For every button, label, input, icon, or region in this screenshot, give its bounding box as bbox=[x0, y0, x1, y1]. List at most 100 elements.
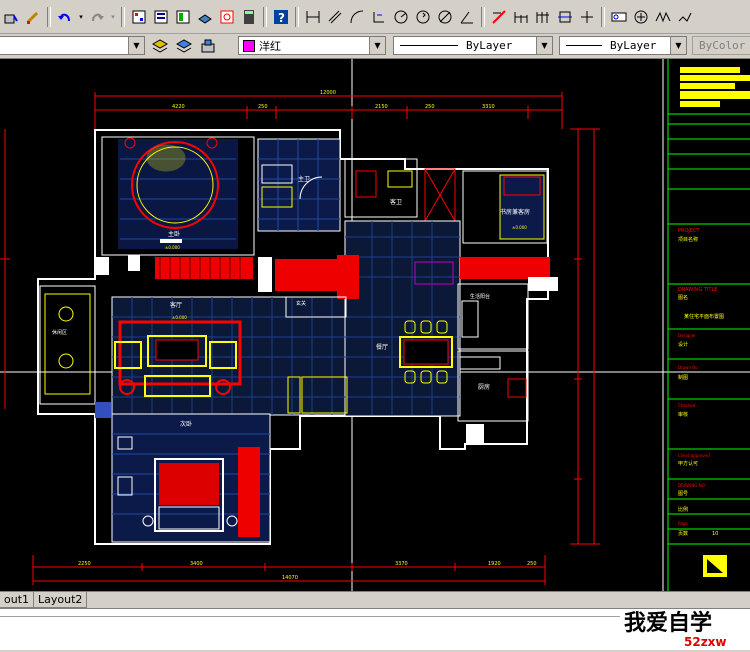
jogged-linear-icon[interactable] bbox=[675, 7, 695, 27]
chevron-down-icon[interactable]: ▼ bbox=[670, 37, 686, 54]
column bbox=[258, 257, 272, 292]
lineweight-control[interactable]: ByLayer ▼ bbox=[559, 36, 687, 55]
svg-text:?: ? bbox=[278, 11, 285, 25]
diameter-dimension-icon[interactable] bbox=[435, 7, 455, 27]
room-label: 书房兼客房 bbox=[500, 208, 530, 216]
quick-dimension-icon[interactable] bbox=[489, 7, 509, 27]
layer-combo[interactable]: ▼ bbox=[0, 36, 145, 55]
linear-dimension-icon[interactable] bbox=[303, 7, 323, 27]
dim-text: 12000 bbox=[320, 90, 336, 96]
center-mark-icon[interactable] bbox=[631, 7, 651, 27]
title-block-text: Page bbox=[678, 521, 688, 526]
title-block-text: 图号 bbox=[678, 491, 688, 497]
continue-dimension-icon[interactable] bbox=[533, 7, 553, 27]
title-block-text: PROJECT bbox=[678, 228, 701, 234]
title-block-text: 审核 bbox=[678, 411, 688, 418]
leisure-area: 休闲区 bbox=[39, 285, 96, 405]
second-bedroom: 次卧 bbox=[111, 413, 271, 543]
toolbar-separator bbox=[295, 6, 299, 27]
dimension-space-icon[interactable] bbox=[555, 7, 575, 27]
room-label: 生活阳台 bbox=[470, 293, 490, 300]
title-block-text: DRAWING NO bbox=[678, 483, 705, 488]
title-block-text: 10 bbox=[712, 531, 718, 537]
aligned-dimension-icon[interactable] bbox=[325, 7, 345, 27]
tab-label: out1 bbox=[4, 593, 30, 606]
redo-icon[interactable] bbox=[87, 7, 107, 27]
dim-text: 4220 bbox=[172, 104, 185, 110]
layer-states-icon[interactable] bbox=[174, 36, 194, 56]
title-block-text: Drawn By bbox=[678, 365, 698, 370]
baseline-dimension-icon[interactable] bbox=[511, 7, 531, 27]
lineweight-sample-line bbox=[566, 45, 602, 46]
properties-toolbar: ▼ 洋红 ▼ ByLayer ▼ ByLayer ▼ ByColor bbox=[0, 34, 750, 59]
dim-text: 2250 bbox=[78, 561, 91, 567]
room-label: 主卧 bbox=[168, 230, 180, 238]
title-block-text: 页数 bbox=[678, 530, 688, 537]
plotstyle-control[interactable]: ByColor bbox=[692, 36, 750, 55]
master-bathroom: 主卫 bbox=[257, 138, 341, 232]
inspection-icon[interactable] bbox=[653, 7, 673, 27]
tab-layout1[interactable]: out1 bbox=[0, 592, 35, 608]
make-current-layer-icon[interactable] bbox=[198, 36, 218, 56]
toolbar-separator bbox=[601, 6, 605, 27]
tolerance-icon[interactable] bbox=[609, 7, 629, 27]
layer-previous-icon[interactable] bbox=[150, 36, 170, 56]
bottom-dimension-text: 14070 2250 3400 3370 1920 250 bbox=[78, 561, 537, 581]
entry-cabinet bbox=[275, 259, 337, 291]
color-control[interactable]: 洋红 ▼ bbox=[238, 36, 386, 55]
column bbox=[95, 402, 111, 418]
title-block-text: 比例 bbox=[678, 506, 688, 513]
tab-layout2[interactable]: Layout2 bbox=[33, 592, 88, 608]
toolbar-separator bbox=[263, 6, 267, 27]
toolbar-separator bbox=[481, 6, 485, 27]
drawing-canvas[interactable]: 12000 4220 250 2150 3310 250 14070 2250 … bbox=[0, 59, 750, 591]
chevron-down-icon[interactable]: ▼ bbox=[536, 37, 552, 54]
title-block-text: DRAWING TITLE bbox=[678, 287, 717, 293]
plotstyle-value: ByColor bbox=[699, 39, 746, 52]
match-properties-icon[interactable] bbox=[23, 7, 43, 27]
watermark-logo: 我爱自学 52zxw bbox=[624, 610, 727, 649]
right-dimensions bbox=[570, 128, 600, 545]
markup-icon[interactable] bbox=[217, 7, 237, 27]
linetype-control[interactable]: ByLayer ▼ bbox=[393, 36, 553, 55]
undo-icon[interactable] bbox=[55, 7, 75, 27]
room-label: 厨房 bbox=[478, 383, 490, 391]
living-dining-floor bbox=[111, 220, 461, 417]
jogged-dimension-icon[interactable] bbox=[413, 7, 433, 27]
sheet-set-icon[interactable] bbox=[195, 7, 215, 27]
ordinate-dimension-icon[interactable] bbox=[369, 7, 389, 27]
dimension-break-icon[interactable] bbox=[577, 7, 597, 27]
chevron-down-icon[interactable]: ▼ bbox=[369, 37, 385, 54]
calculator-icon[interactable] bbox=[239, 7, 259, 27]
title-block-text: Checked bbox=[678, 403, 696, 408]
dim-text: 3370 bbox=[395, 561, 408, 567]
dim-text: 3310 bbox=[482, 104, 495, 110]
level-label: ±0.000 bbox=[165, 245, 180, 250]
toolbar-separator bbox=[121, 6, 125, 27]
watermark-text: 我爱自学 bbox=[624, 610, 712, 636]
room-label: 餐厅 bbox=[376, 343, 388, 351]
radius-dimension-icon[interactable] bbox=[391, 7, 411, 27]
dim-text: 250 bbox=[425, 104, 435, 110]
standard-toolbar: ▾ ▾ ? bbox=[0, 0, 750, 34]
color-value: 洋红 bbox=[259, 39, 281, 53]
chevron-down-icon[interactable]: ▼ bbox=[128, 37, 144, 54]
title-block-text: 制图 bbox=[678, 374, 688, 381]
help-icon[interactable]: ? bbox=[271, 7, 291, 27]
undo-dropdown-icon[interactable]: ▾ bbox=[77, 7, 85, 27]
linetype-sample-line bbox=[400, 45, 458, 46]
room-label: 主卫 bbox=[298, 175, 310, 183]
design-center-icon[interactable] bbox=[151, 7, 171, 27]
redo-dropdown-icon[interactable]: ▾ bbox=[109, 7, 117, 27]
properties-icon[interactable] bbox=[129, 7, 149, 27]
tool-palettes-icon[interactable] bbox=[173, 7, 193, 27]
arc-length-icon[interactable] bbox=[347, 7, 367, 27]
angular-dimension-icon[interactable] bbox=[457, 7, 477, 27]
watermark-url: 52zxw bbox=[684, 635, 727, 649]
room-label: 次卧 bbox=[180, 420, 192, 428]
paint-bucket-icon[interactable] bbox=[1, 7, 21, 27]
toolbar-separator bbox=[47, 6, 51, 27]
level-label: ±0.000 bbox=[512, 225, 527, 230]
title-block-text: 甲方认可 bbox=[678, 460, 698, 467]
dim-text: 250 bbox=[527, 561, 537, 567]
